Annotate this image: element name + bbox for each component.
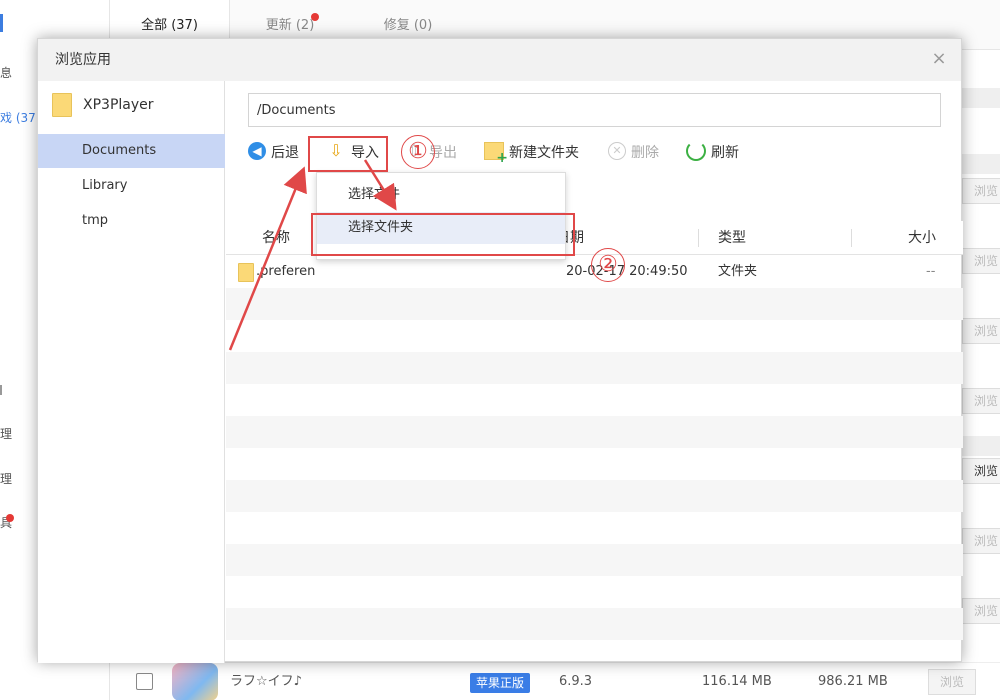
empty-row <box>226 416 963 448</box>
empty-row <box>226 608 963 640</box>
tree-item-tmp[interactable]: tmp <box>38 204 225 238</box>
empty-row <box>226 352 963 384</box>
browse-button[interactable]: 浏览 <box>962 388 1000 414</box>
annotation-box-import <box>308 136 388 172</box>
delete-button[interactable]: ✕ 删除 <box>608 139 659 167</box>
file-date: 20-02-17 20:49:50 <box>566 264 688 279</box>
new-folder-label: 新建文件夹 <box>509 145 579 161</box>
column-header-size[interactable]: 大小 <box>908 221 936 255</box>
background-row-stripe <box>962 436 1000 456</box>
refresh-button[interactable]: 刷新 <box>686 139 739 167</box>
annotation-box-select-folder <box>311 213 575 256</box>
browse-button[interactable]: 浏览 <box>928 669 976 695</box>
app-source-badge: 苹果正版 <box>470 673 531 693</box>
new-folder-button[interactable]: + 新建文件夹 <box>484 139 579 167</box>
back-button[interactable]: ◀ 后退 <box>248 139 299 167</box>
empty-row <box>226 448 963 480</box>
annotation-step-2: ② <box>591 248 625 282</box>
file-size: -- <box>926 264 936 279</box>
background-row-stripe <box>962 88 1000 108</box>
column-header-type[interactable]: 类型 <box>718 221 746 255</box>
row-checkbox[interactable] <box>136 673 153 690</box>
app-icon <box>172 663 218 700</box>
file-name: .preferen <box>256 264 316 279</box>
back-arrow-icon: ◀ <box>248 142 266 160</box>
empty-row <box>226 384 963 416</box>
annotation-step-1: ① <box>401 135 435 169</box>
column-separator <box>851 229 852 247</box>
close-button[interactable]: × <box>929 49 949 69</box>
sidebar-item-manage-1[interactable]: 理 <box>0 425 12 442</box>
browse-app-dialog: 浏览应用 × XP3Player Documents Library tmp ◀… <box>37 38 963 663</box>
sidebar-active-marker <box>0 14 3 32</box>
sidebar-item-manage-2[interactable]: 理 <box>0 470 12 487</box>
sidebar-mark <box>0 385 6 395</box>
delete-icon: ✕ <box>608 142 626 160</box>
browse-button[interactable]: 浏览 <box>962 458 1000 484</box>
background-app-row: ラフ☆イフ♪ 苹果正版 6.9.3 116.14 MB 986.21 MB 浏览 <box>110 662 1000 700</box>
background-row-stripe <box>962 154 1000 174</box>
empty-row <box>226 288 963 320</box>
browse-button[interactable]: 浏览 <box>962 318 1000 344</box>
refresh-label: 刷新 <box>711 145 739 161</box>
browse-button[interactable]: 浏览 <box>962 248 1000 274</box>
empty-row <box>226 320 963 352</box>
menu-item-select-file[interactable]: 选择文件 <box>317 179 565 211</box>
browse-button[interactable]: 浏览 <box>962 598 1000 624</box>
app-data-size: 986.21 MB <box>818 674 888 689</box>
sidebar-item-games[interactable]: 戏 (37 <box>0 109 36 126</box>
browse-button[interactable]: 浏览 <box>962 178 1000 204</box>
sidebar-item-info[interactable]: 息 <box>0 64 12 81</box>
tree-root-label: XP3Player <box>83 97 154 113</box>
app-version: 6.9.3 <box>559 674 593 689</box>
column-header-name[interactable]: 名称 <box>262 221 290 255</box>
refresh-icon <box>686 141 706 161</box>
updates-dot <box>311 13 319 21</box>
column-separator <box>698 229 699 247</box>
delete-label: 删除 <box>631 145 659 161</box>
empty-row <box>226 576 963 608</box>
empty-row <box>226 512 963 544</box>
app-size: 116.14 MB <box>702 674 772 689</box>
tree-root[interactable]: XP3Player <box>38 81 225 129</box>
dialog-header: 浏览应用 × <box>38 39 961 81</box>
folder-icon <box>52 93 72 117</box>
file-type: 文件夹 <box>718 264 758 279</box>
folder-tree: XP3Player Documents Library tmp <box>38 81 225 663</box>
back-label: 后退 <box>271 145 299 161</box>
tree-item-documents[interactable]: Documents <box>38 134 225 168</box>
new-folder-icon: + <box>484 142 508 165</box>
path-field[interactable] <box>248 93 941 127</box>
folder-icon <box>238 263 254 282</box>
empty-row <box>226 544 963 576</box>
dialog-title: 浏览应用 <box>55 52 111 68</box>
empty-row <box>226 480 963 512</box>
app-name: ラフ☆イフ♪ <box>230 674 302 689</box>
notification-dot <box>6 514 14 522</box>
tree-item-library[interactable]: Library <box>38 169 225 203</box>
browse-button[interactable]: 浏览 <box>962 528 1000 554</box>
